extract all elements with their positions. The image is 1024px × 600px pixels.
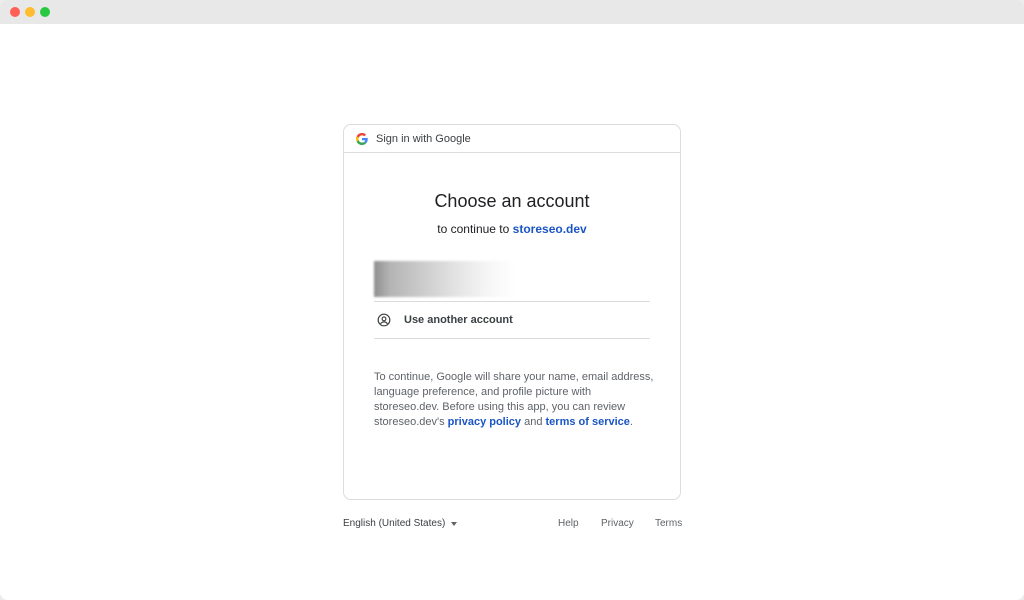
privacy-policy-link[interactable]: privacy policy: [448, 416, 521, 428]
redacted-account-avatar: [374, 261, 534, 297]
account-circle-icon: [377, 313, 391, 327]
disclosure-text: To continue, Google will share your name…: [374, 370, 654, 430]
browser-window: Sign in with Google Choose an account to…: [0, 0, 1024, 600]
use-another-account-button[interactable]: Use another account: [374, 302, 650, 339]
close-window-button[interactable]: [10, 7, 20, 17]
disclosure-period: .: [629, 416, 633, 428]
page-footer: English (United States) Help Privacy Ter…: [343, 516, 682, 532]
header-title: Sign in with Google: [376, 132, 471, 145]
terms-of-service-link[interactable]: terms of service: [546, 416, 630, 428]
window-titlebar: [0, 0, 1024, 24]
sign-in-card: Sign in with Google Choose an account to…: [343, 124, 681, 500]
account-list-item[interactable]: [374, 261, 650, 302]
minimize-window-button[interactable]: [25, 7, 35, 17]
language-selector[interactable]: English (United States): [343, 518, 458, 529]
language-label: English (United States): [343, 518, 446, 529]
use-another-account-label: Use another account: [404, 314, 513, 326]
privacy-link[interactable]: Privacy: [601, 518, 634, 529]
app-domain-link[interactable]: storeseo.dev: [513, 222, 587, 236]
subtitle-prefix: to continue to: [437, 222, 510, 236]
caret-down-icon: [451, 521, 458, 526]
google-g-icon: [356, 132, 368, 145]
card-header: Sign in with Google: [344, 125, 680, 153]
disclosure-and: and: [524, 416, 543, 428]
page-title: Choose an account: [434, 191, 590, 211]
page-subtitle: to continue to storeseo.dev: [344, 222, 680, 236]
terms-link[interactable]: Terms: [655, 518, 682, 529]
help-link[interactable]: Help: [558, 518, 579, 529]
zoom-window-button[interactable]: [40, 7, 50, 17]
